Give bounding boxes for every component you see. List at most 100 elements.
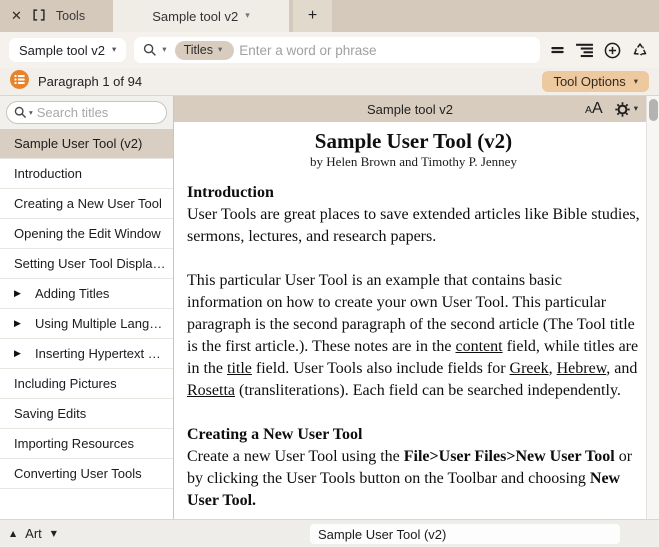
sidebar-item[interactable]: Including Pictures bbox=[0, 369, 173, 399]
titles-list: Sample User Tool (v2) Introduction Creatin… bbox=[0, 129, 173, 519]
article-title: Sample User Tool (v2) bbox=[187, 128, 640, 154]
sidebar-search-area: ▾ bbox=[0, 96, 173, 129]
article-paragraph: This particular User Tool is an example … bbox=[187, 270, 640, 402]
small-a-icon: A bbox=[585, 104, 592, 116]
sidebar-item-label: Converting User Tools bbox=[14, 466, 142, 481]
window-controls: ✕ Tools bbox=[0, 0, 113, 32]
search-icon bbox=[14, 106, 27, 119]
paragraph-list-icon[interactable] bbox=[10, 70, 29, 94]
equals-button[interactable] bbox=[550, 43, 565, 57]
outline-view-button[interactable] bbox=[576, 43, 593, 58]
article-view: Sample User Tool (v2) by Helen Brown and… bbox=[174, 122, 646, 519]
tab-sample-tool[interactable]: Sample tool v2 ▾ bbox=[113, 0, 289, 32]
text-run: File>User Files>New User Tool bbox=[404, 448, 615, 465]
text-size-button[interactable]: A A bbox=[585, 100, 603, 118]
field-term: Rosetta bbox=[187, 382, 235, 399]
accordance-window: ✕ Tools Sample tool v2 ▾ + Sample tool v… bbox=[0, 0, 659, 547]
chevron-down-icon: ▾ bbox=[634, 77, 638, 87]
expand-icon[interactable] bbox=[33, 9, 45, 23]
sidebar-item[interactable]: ▶Adding Titles bbox=[0, 279, 173, 309]
tab-bar: ✕ Tools Sample tool v2 ▾ + bbox=[0, 0, 659, 32]
text-run: Create a new User Tool using the bbox=[187, 448, 404, 465]
toolbar-actions bbox=[548, 42, 650, 59]
text-run: (transliterations). Each field can be se… bbox=[235, 382, 621, 399]
field-term: title bbox=[227, 360, 252, 377]
recycle-button[interactable] bbox=[632, 42, 648, 58]
text-run: field. User Tools also include fields fo… bbox=[252, 360, 510, 377]
sidebar-item-label: Inserting Hypertext Links bbox=[35, 346, 167, 361]
sidebar-item[interactable]: Setting User Tool Display P... bbox=[0, 249, 173, 279]
triangle-up-icon[interactable]: ▲ bbox=[10, 529, 16, 538]
tool-selector-dropdown[interactable]: Sample tool v2 ▾ bbox=[9, 38, 126, 62]
search-input[interactable] bbox=[239, 43, 531, 58]
field-term: Greek bbox=[510, 360, 549, 377]
status-bar: Paragraph 1 of 94 Tool Options ▾ bbox=[0, 68, 659, 96]
chevron-down-icon: ▾ bbox=[218, 45, 222, 55]
text-run: , and bbox=[606, 360, 637, 377]
article-paragraph: Create a new User Tool using the File>Us… bbox=[187, 446, 640, 512]
art-zone-label: Art bbox=[25, 526, 42, 541]
bottom-bar: ▲ Art ▼ bbox=[0, 519, 659, 547]
article-byline: by Helen Brown and Timothy P. Jenney bbox=[187, 154, 640, 170]
disclosure-triangle-icon[interactable]: ▶ bbox=[14, 319, 35, 329]
tab-label: Sample tool v2 bbox=[152, 9, 238, 24]
article-heading: Creating a New User Tool bbox=[187, 424, 640, 446]
sidebar-item[interactable]: Importing Resources bbox=[0, 429, 173, 459]
scope-pill-label: Titles bbox=[184, 43, 213, 57]
sidebar-item-label: Saving Edits bbox=[14, 406, 86, 421]
sidebar-search-box[interactable]: ▾ bbox=[6, 101, 167, 124]
art-zone-button[interactable]: ▲ Art ▼ bbox=[10, 526, 57, 541]
main-area: ▾ Sample User Tool (v2) Introduction Creat… bbox=[0, 96, 659, 519]
article-paragraph: User Tools are great places to save exte… bbox=[187, 204, 640, 248]
paragraph-spacer bbox=[187, 402, 640, 424]
sidebar-item-label: Setting User Tool Display P... bbox=[14, 256, 167, 271]
sidebar-item[interactable]: Creating a New User Tool bbox=[0, 189, 173, 219]
sidebar-item-label: Adding Titles bbox=[35, 286, 109, 301]
tool-options-button[interactable]: Tool Options ▾ bbox=[542, 71, 649, 92]
field-term: Hebrew bbox=[557, 360, 607, 377]
sidebar-item-label: Importing Resources bbox=[14, 436, 134, 451]
chevron-down-icon[interactable]: ▾ bbox=[245, 11, 250, 21]
search-titles-input[interactable] bbox=[37, 105, 159, 120]
sidebar-item[interactable]: ▶Using Multiple Languages bbox=[0, 309, 173, 339]
field-term: content bbox=[456, 338, 503, 355]
sidebar-item-label: Using Multiple Languages bbox=[35, 316, 167, 331]
sidebar-item[interactable]: Saving Edits bbox=[0, 399, 173, 429]
search-field[interactable]: ▾ Titles ▾ bbox=[134, 37, 540, 63]
chevron-down-icon[interactable]: ▾ bbox=[162, 45, 166, 55]
settings-button[interactable]: ▾ bbox=[615, 102, 638, 117]
current-title-field[interactable] bbox=[310, 524, 620, 544]
new-tab-button[interactable]: + bbox=[293, 0, 332, 32]
pane-header: Sample tool v2 A A bbox=[174, 96, 646, 122]
search-toolbar: Sample tool v2 ▾ ▾ Titles ▾ bbox=[0, 32, 659, 68]
close-icon[interactable]: ✕ bbox=[11, 10, 22, 23]
article-heading: Introduction bbox=[187, 182, 640, 204]
sidebar-item-label: Including Pictures bbox=[14, 376, 117, 391]
workspace-zone-label: Tools bbox=[56, 9, 85, 23]
sidebar-item-label: Creating a New User Tool bbox=[14, 196, 162, 211]
text-run: , bbox=[549, 360, 557, 377]
triangle-down-icon[interactable]: ▼ bbox=[51, 529, 57, 538]
disclosure-triangle-icon[interactable]: ▶ bbox=[14, 349, 35, 359]
sidebar-item[interactable]: Introduction bbox=[0, 159, 173, 189]
disclosure-triangle-icon[interactable]: ▶ bbox=[14, 289, 35, 299]
article-body: IntroductionUser Tools are great places … bbox=[187, 182, 640, 512]
sidebar-item[interactable]: Opening the Edit Window bbox=[0, 219, 173, 249]
chevron-down-icon[interactable]: ▾ bbox=[29, 108, 33, 117]
pane-header-actions: A A ▾ bbox=[585, 100, 638, 118]
add-circle-button[interactable] bbox=[604, 42, 621, 59]
sidebar-item[interactable]: Sample User Tool (v2) bbox=[0, 129, 173, 159]
sidebar-item-label: Opening the Edit Window bbox=[14, 226, 161, 241]
scope-pill-titles[interactable]: Titles ▾ bbox=[175, 41, 235, 60]
sidebar-item-label: Sample User Tool (v2) bbox=[14, 136, 142, 151]
tool-options-label: Tool Options bbox=[553, 74, 625, 89]
sidebar-item[interactable]: ▶Inserting Hypertext Links bbox=[0, 339, 173, 369]
titles-sidebar: ▾ Sample User Tool (v2) Introduction Creat… bbox=[0, 96, 174, 519]
sidebar-item-label: Introduction bbox=[14, 166, 82, 181]
scrollbar-thumb[interactable] bbox=[649, 99, 658, 121]
text-run: User Tools are great places to save exte… bbox=[187, 206, 640, 245]
search-icon[interactable] bbox=[143, 43, 157, 57]
chevron-down-icon: ▾ bbox=[112, 45, 116, 55]
scrollbar-track[interactable] bbox=[646, 96, 659, 519]
sidebar-item[interactable]: Converting User Tools bbox=[0, 459, 173, 489]
